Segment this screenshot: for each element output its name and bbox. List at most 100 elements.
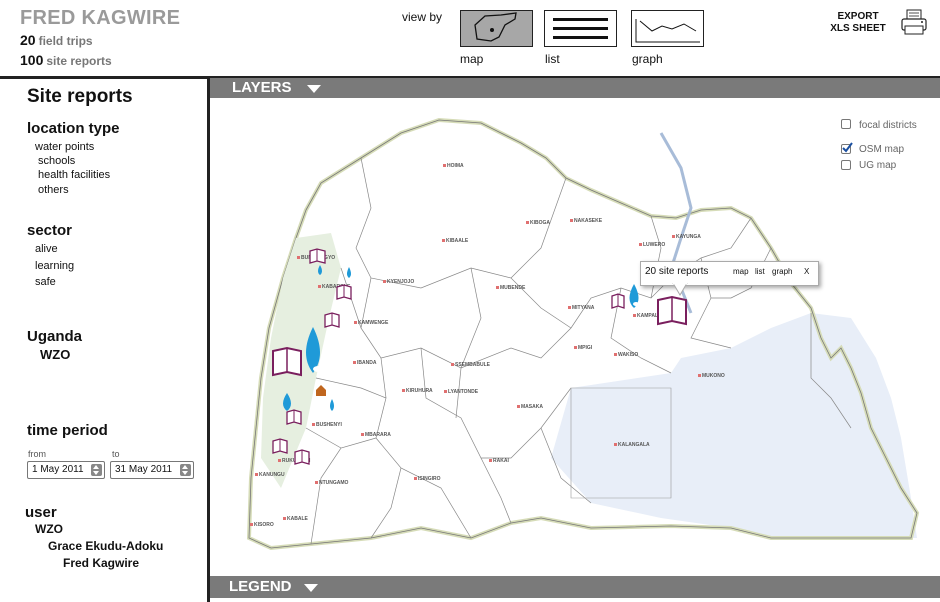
district-dot [444, 390, 447, 393]
graph-view-label[interactable]: graph [632, 52, 663, 66]
district-label: SSEMBABULE [455, 362, 491, 368]
district-label: KIBOGA [530, 220, 550, 226]
osm-map-label: OSM map [859, 144, 905, 155]
book-icon-5[interactable] [272, 438, 288, 454]
from-label: from [28, 449, 46, 459]
map-view-icon [474, 12, 517, 42]
legend-bar[interactable]: LEGEND [210, 576, 940, 598]
district-label: MUBENDE [500, 285, 526, 291]
legend-chevron-down-icon [304, 584, 318, 592]
graph-view-button[interactable] [631, 10, 704, 47]
district-dot [414, 477, 417, 480]
district-dot [574, 346, 577, 349]
book-icon-6[interactable] [294, 449, 310, 465]
ug-map-checkbox[interactable] [841, 160, 851, 170]
district-dot [526, 221, 529, 224]
user-heading: user [25, 504, 57, 521]
district-label: KANUNGU [259, 472, 285, 478]
filter-water-points[interactable]: water points [35, 141, 94, 153]
book-icon-large[interactable] [272, 346, 302, 377]
layers-chevron-down-icon [307, 85, 321, 93]
book-icon-3[interactable] [324, 312, 340, 328]
layers-bar[interactable]: LAYERS [210, 78, 940, 98]
book-icon-1[interactable] [309, 248, 326, 264]
district-label: NAKASEKE [574, 218, 603, 224]
to-date-stepper-icon[interactable] [180, 464, 191, 476]
district-label: MPIGI [578, 345, 593, 351]
user-name-title: FRED KAGWIRE [20, 7, 181, 29]
from-date-value: 1 May 2011 [32, 464, 84, 475]
popup-map-link[interactable]: map [733, 267, 749, 276]
district-label: WAKISO [618, 352, 639, 358]
popup-graph-link[interactable]: graph [772, 267, 792, 276]
site-reports-label: site reports [46, 54, 112, 68]
list-view-label[interactable]: list [545, 52, 560, 66]
water-drop-icon-3[interactable] [283, 393, 291, 411]
legend-label: LEGEND [229, 578, 292, 595]
popup-close-button[interactable]: X [804, 267, 809, 276]
filter-safe[interactable]: safe [35, 276, 56, 288]
osm-map-checkbox[interactable] [841, 142, 853, 154]
checkmark-icon [842, 142, 853, 153]
map-view-label[interactable]: map [460, 52, 483, 66]
popup-list-link[interactable]: list [755, 267, 765, 276]
from-date-input[interactable]: 1 May 2011 [27, 461, 105, 479]
export-xls-button[interactable]: EXPORT XLS SHEET [818, 11, 898, 35]
district-dot [517, 405, 520, 408]
district-label: KIRUHURA [406, 388, 433, 394]
district-dot [570, 219, 573, 222]
water-drop-icon-1[interactable] [318, 265, 322, 275]
filter-schools[interactable]: schools [38, 155, 75, 167]
district-label: KALANGALA [618, 442, 650, 448]
filter-learning[interactable]: learning [35, 260, 74, 272]
district-dot [442, 239, 445, 242]
region-value[interactable]: WZO [40, 347, 70, 362]
book-icon-7[interactable] [611, 293, 625, 309]
list-view-button[interactable] [544, 10, 617, 47]
user-item-grace[interactable]: Grace Ekudu-Adoku [48, 539, 163, 553]
from-date-stepper-icon[interactable] [91, 464, 102, 476]
to-date-input[interactable]: 31 May 2011 [110, 461, 194, 479]
export-label-line2: XLS SHEET [830, 23, 886, 34]
district-dot [283, 517, 286, 520]
popup-count-text: 20 site reports [645, 266, 709, 277]
district-label: KYENJOJO [387, 279, 415, 285]
water-drop-icon-large[interactable] [306, 327, 323, 373]
book-icon-selected[interactable] [657, 295, 687, 326]
water-drop-icon-4[interactable] [330, 399, 334, 411]
district-dot [255, 473, 258, 476]
focal-districts-checkbox[interactable] [841, 119, 851, 129]
district-dot [443, 164, 446, 167]
site-reports-stat: 100 site reports [20, 52, 112, 68]
field-trips-count: 20 [20, 32, 36, 48]
printer-icon[interactable] [900, 9, 930, 37]
to-label: to [112, 449, 120, 459]
sidebar-divider [207, 76, 210, 602]
water-drop-icon-2[interactable] [347, 267, 351, 278]
user-item-fred[interactable]: Fred Kagwire [63, 556, 139, 570]
site-reports-popup: 20 site reports map list graph X [640, 261, 819, 286]
district-label: MITYANA [572, 305, 595, 311]
sidebar-title: Site reports [27, 86, 133, 107]
district-dot [402, 389, 405, 392]
district-dot [614, 443, 617, 446]
filter-alive[interactable]: alive [35, 243, 58, 255]
district-label: KABALE [287, 516, 308, 522]
book-icon-2[interactable] [336, 284, 352, 300]
user-org[interactable]: WZO [35, 522, 63, 536]
water-drop-icon-5[interactable] [629, 284, 640, 308]
district-label: ISINGIRO [418, 476, 441, 482]
filter-health-facilities[interactable]: health facilities [38, 169, 110, 181]
popup-pointer [672, 283, 688, 296]
book-icon-4[interactable] [286, 409, 302, 425]
health-house-icon[interactable] [316, 385, 326, 396]
district-label: KAYUNGA [676, 234, 701, 240]
region-heading: Uganda [27, 328, 83, 345]
map-view-button[interactable] [460, 10, 533, 47]
markers-west[interactable] [265, 245, 385, 465]
district-label: KIBAALE [446, 238, 469, 244]
district-dot [451, 363, 454, 366]
list-view-icon [553, 18, 608, 39]
filter-others[interactable]: others [38, 184, 69, 196]
district-dot [315, 481, 318, 484]
